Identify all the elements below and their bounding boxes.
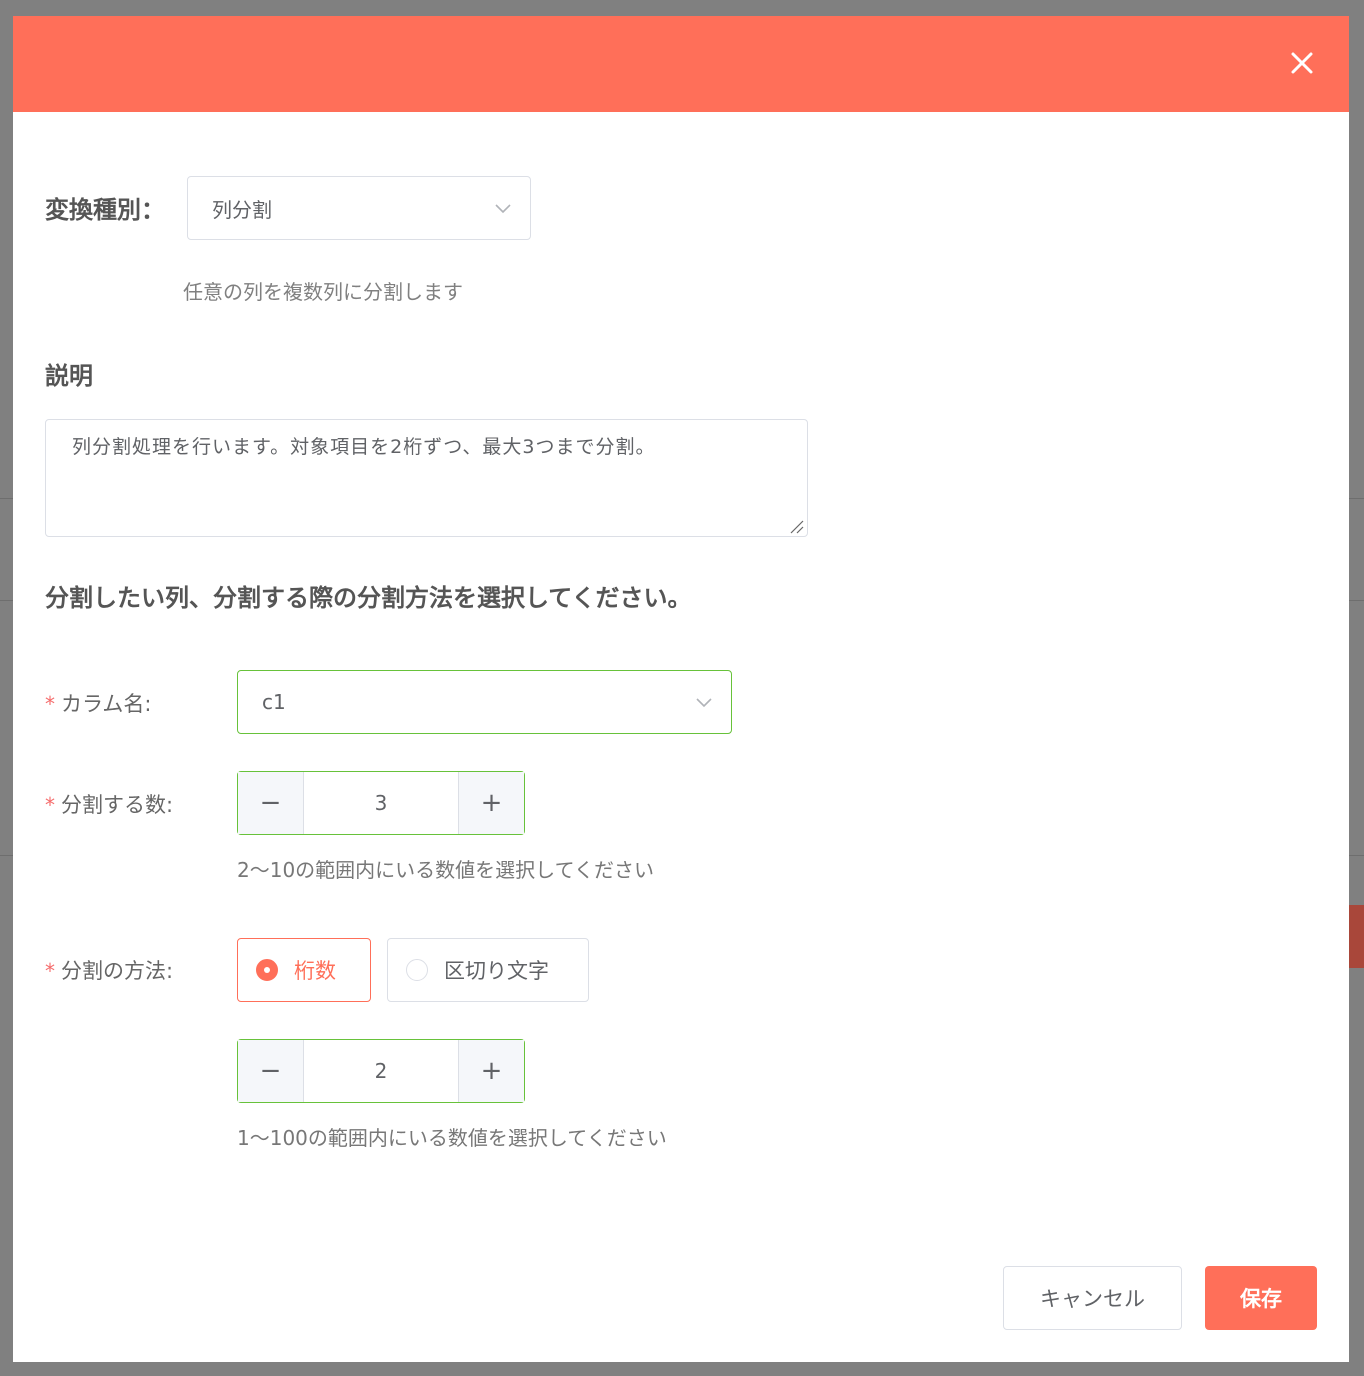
chevron-down-icon: [494, 200, 512, 216]
explanation-textarea[interactable]: 列分割処理を行います。対象項目を2桁ずつ、最大3つまで分割。: [45, 419, 808, 537]
column-name-select[interactable]: c1: [237, 670, 732, 734]
digits-stepper: − 2 +: [237, 1039, 525, 1103]
digits-decrement-button[interactable]: −: [238, 1040, 304, 1102]
split-count-decrement-button[interactable]: −: [238, 772, 304, 834]
dialog-header: [13, 16, 1349, 112]
split-method-option-digits[interactable]: 桁数: [237, 938, 371, 1002]
background-tab: [1348, 905, 1364, 968]
column-name-value: c1: [262, 690, 286, 714]
split-count-hint: 2〜10の範囲内にいる数値を選択してください: [237, 858, 654, 882]
chevron-down-icon: [695, 694, 713, 710]
required-mark: *: [45, 959, 55, 983]
column-name-label-text: カラム名:: [61, 692, 152, 716]
split-count-input[interactable]: 3: [304, 772, 458, 834]
cancel-button[interactable]: キャンセル: [1003, 1266, 1182, 1330]
explanation-label: 説明: [45, 362, 93, 390]
split-method-label: * 分割の方法:: [45, 955, 173, 985]
required-mark: *: [45, 692, 55, 716]
close-icon: [1291, 52, 1313, 74]
digits-input[interactable]: 2: [304, 1040, 458, 1102]
conversion-type-select[interactable]: 列分割: [187, 176, 531, 240]
close-button[interactable]: [1289, 50, 1315, 76]
split-method-label-text: 分割の方法:: [61, 959, 174, 983]
conversion-type-label: 変換種別：: [45, 196, 165, 224]
split-method-option-label: 区切り文字: [444, 959, 549, 983]
instruction-heading: 分割したい列、分割する際の分割方法を選択してください。: [45, 584, 692, 612]
split-count-stepper: − 3 +: [237, 771, 525, 835]
split-method-option-delimiter[interactable]: 区切り文字: [387, 938, 589, 1002]
split-count-label: * 分割する数:: [45, 789, 173, 819]
radio-checked-icon: [256, 959, 278, 981]
column-name-label: * カラム名:: [45, 688, 151, 718]
resize-handle-icon[interactable]: [788, 518, 804, 534]
radio-unchecked-icon: [406, 959, 428, 981]
conversion-type-description: 任意の列を複数列に分割します: [183, 280, 463, 304]
split-count-increment-button[interactable]: +: [458, 772, 524, 834]
split-column-dialog: 変換種別： 列分割 任意の列を複数列に分割します 説明 列分割処理を行います。対…: [13, 16, 1349, 1362]
conversion-type-value: 列分割: [212, 197, 272, 222]
save-button[interactable]: 保存: [1205, 1266, 1317, 1330]
digits-increment-button[interactable]: +: [458, 1040, 524, 1102]
split-method-option-label: 桁数: [294, 959, 336, 983]
required-mark: *: [45, 793, 55, 817]
split-count-label-text: 分割する数:: [61, 793, 174, 817]
digits-hint: 1〜100の範囲内にいる数値を選択してください: [237, 1126, 667, 1150]
